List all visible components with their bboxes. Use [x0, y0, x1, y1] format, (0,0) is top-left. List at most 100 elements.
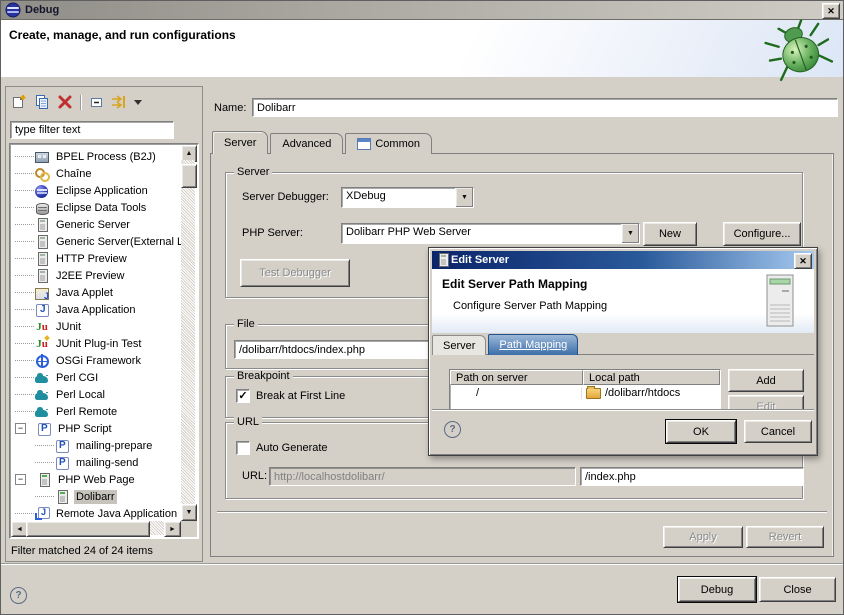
- new-launch-config-icon[interactable]: [10, 94, 28, 111]
- debug-button[interactable]: Debug: [678, 577, 756, 602]
- dialog-title: Edit Server: [451, 254, 509, 266]
- filter-launch-configs-icon[interactable]: [110, 94, 128, 111]
- php-server-label: PHP Server:: [242, 227, 303, 239]
- server-green-icon: [54, 489, 70, 505]
- scroll-track[interactable]: [181, 160, 195, 506]
- tree-item-label: mailing-prepare: [74, 439, 154, 453]
- collapse-minus-icon[interactable]: −: [15, 474, 26, 485]
- dialog-close-button[interactable]: ✕: [794, 253, 812, 269]
- apply-button[interactable]: Apply: [663, 526, 743, 548]
- tree-connector: [15, 241, 34, 243]
- file-group-title: File: [234, 318, 258, 330]
- sidebar-toolbar: [10, 93, 148, 111]
- dialog-titlebar: Edit Server ✕: [432, 251, 814, 269]
- php-server-select[interactable]: Dolibarr PHP Web Server ▼: [341, 223, 640, 244]
- break-first-line-checkbox[interactable]: ✓: [236, 389, 250, 403]
- tree-connector: [15, 360, 34, 362]
- tree-item[interactable]: mailing-send: [11, 454, 181, 471]
- tree-connector: [15, 224, 34, 226]
- chevron-down-icon[interactable]: ▼: [621, 224, 639, 243]
- tree-vertical-scrollbar[interactable]: ▲ ▼: [181, 145, 197, 521]
- filter-input[interactable]: [10, 121, 174, 139]
- ok-button[interactable]: OK: [666, 420, 736, 443]
- button-label: Configure...: [734, 228, 791, 240]
- chevron-down-icon[interactable]: ▼: [455, 188, 473, 207]
- chain-icon: [34, 166, 50, 182]
- launch-config-sidebar: BPEL Process (B2J) Chaîne Eclipse Applicat…: [5, 86, 203, 562]
- tab-server[interactable]: Server: [212, 131, 268, 154]
- tree-item[interactable]: BPEL Process (B2J): [11, 148, 181, 165]
- server-green-icon: [36, 472, 52, 488]
- tree-item[interactable]: Perl CGI: [11, 369, 181, 386]
- tree-item-label: Perl CGI: [54, 371, 100, 385]
- tree-item[interactable]: JuJUnit Plug-in Test: [11, 335, 181, 352]
- revert-button[interactable]: Revert: [746, 526, 824, 548]
- bpel-icon: [34, 149, 50, 165]
- url-path-input[interactable]: [580, 467, 804, 486]
- tab-advanced[interactable]: Advanced: [270, 133, 343, 154]
- tab-label: Server: [224, 137, 256, 149]
- column-header-path-on-server[interactable]: Path on server: [450, 370, 583, 385]
- url-base-input[interactable]: [269, 467, 576, 486]
- collapse-minus-icon[interactable]: −: [15, 423, 26, 434]
- filter-status-text: Filter matched 24 of 24 items: [11, 545, 153, 557]
- tree-item[interactable]: J2EE Preview: [11, 267, 181, 284]
- tree-item-label: Java Applet: [54, 286, 115, 300]
- button-label: Debug: [701, 584, 733, 596]
- tree-item[interactable]: mailing-prepare: [11, 437, 181, 454]
- duplicate-launch-config-icon[interactable]: [33, 94, 51, 111]
- tree-item[interactable]: Generic Server(External La: [11, 233, 181, 250]
- config-name-input[interactable]: [252, 98, 838, 117]
- breakpoint-group-title: Breakpoint: [234, 370, 293, 382]
- tree-item[interactable]: HTTP Preview: [11, 250, 181, 267]
- tree-item[interactable]: Chaîne: [11, 165, 181, 182]
- cancel-button[interactable]: Cancel: [744, 420, 812, 443]
- button-label: Revert: [769, 531, 801, 543]
- test-debugger-button[interactable]: Test Debugger: [240, 259, 350, 287]
- server-debugger-select[interactable]: XDebug ▼: [341, 187, 474, 208]
- debug-bug-icon: [759, 13, 838, 88]
- close-button[interactable]: Close: [759, 577, 836, 602]
- new-server-button[interactable]: New: [643, 222, 697, 246]
- dialog-tab-path-mapping[interactable]: Path Mapping: [488, 334, 578, 355]
- tree-item-label: Eclipse Application: [54, 184, 150, 198]
- tab-common[interactable]: Common: [345, 133, 432, 154]
- help-icon[interactable]: ?: [10, 587, 27, 604]
- tree-item[interactable]: Java Application: [11, 301, 181, 318]
- tree-item[interactable]: Dolibarr: [11, 488, 181, 505]
- auto-generate-checkbox[interactable]: [236, 441, 250, 455]
- column-header-local-path[interactable]: Local path: [583, 370, 720, 385]
- configure-server-button[interactable]: Configure...: [723, 222, 801, 246]
- tree-item[interactable]: Java Applet: [11, 284, 181, 301]
- scroll-down-icon[interactable]: ▼: [181, 504, 197, 521]
- tree-item[interactable]: Eclipse Data Tools: [11, 199, 181, 216]
- dialog-tab-server[interactable]: Server: [432, 335, 486, 355]
- scroll-thumb[interactable]: [181, 164, 197, 188]
- tree-item-label: Chaîne: [54, 167, 93, 181]
- view-menu-chevron-icon[interactable]: [133, 94, 143, 111]
- debug-configurations-window: Debug ✕ Create, manage, and run configur…: [0, 0, 844, 615]
- tree-item[interactable]: Remote Java Application: [11, 505, 181, 521]
- scroll-right-icon[interactable]: ►: [164, 521, 181, 537]
- delete-launch-config-icon[interactable]: [56, 94, 74, 111]
- tree-item[interactable]: Eclipse Application: [11, 182, 181, 199]
- scroll-thumb[interactable]: [26, 521, 150, 537]
- window-close-button[interactable]: ✕: [822, 3, 840, 19]
- tree-horizontal-scrollbar[interactable]: ◄ ►: [11, 521, 181, 537]
- path-mapping-row[interactable]: //dolibarr/htdocs: [450, 385, 720, 401]
- tree-item[interactable]: Generic Server: [11, 216, 181, 233]
- add-mapping-button[interactable]: Add: [728, 369, 804, 392]
- tree-item[interactable]: −PHP Web Page: [11, 471, 181, 488]
- php-icon: [54, 455, 70, 471]
- tree-item[interactable]: OSGi Framework: [11, 352, 181, 369]
- tab-label: Advanced: [282, 138, 331, 150]
- button-label: Add: [756, 375, 776, 387]
- collapse-all-icon[interactable]: [87, 94, 105, 111]
- tree-item[interactable]: Perl Remote: [11, 403, 181, 420]
- tree-item-label: PHP Script: [56, 422, 114, 436]
- tree-item[interactable]: − PHP Script: [11, 420, 181, 437]
- tree-item[interactable]: Perl Local: [11, 386, 181, 403]
- tree-item[interactable]: JuJUnit: [11, 318, 181, 335]
- tree-item-label: Perl Local: [54, 388, 107, 402]
- help-icon[interactable]: ?: [444, 421, 461, 438]
